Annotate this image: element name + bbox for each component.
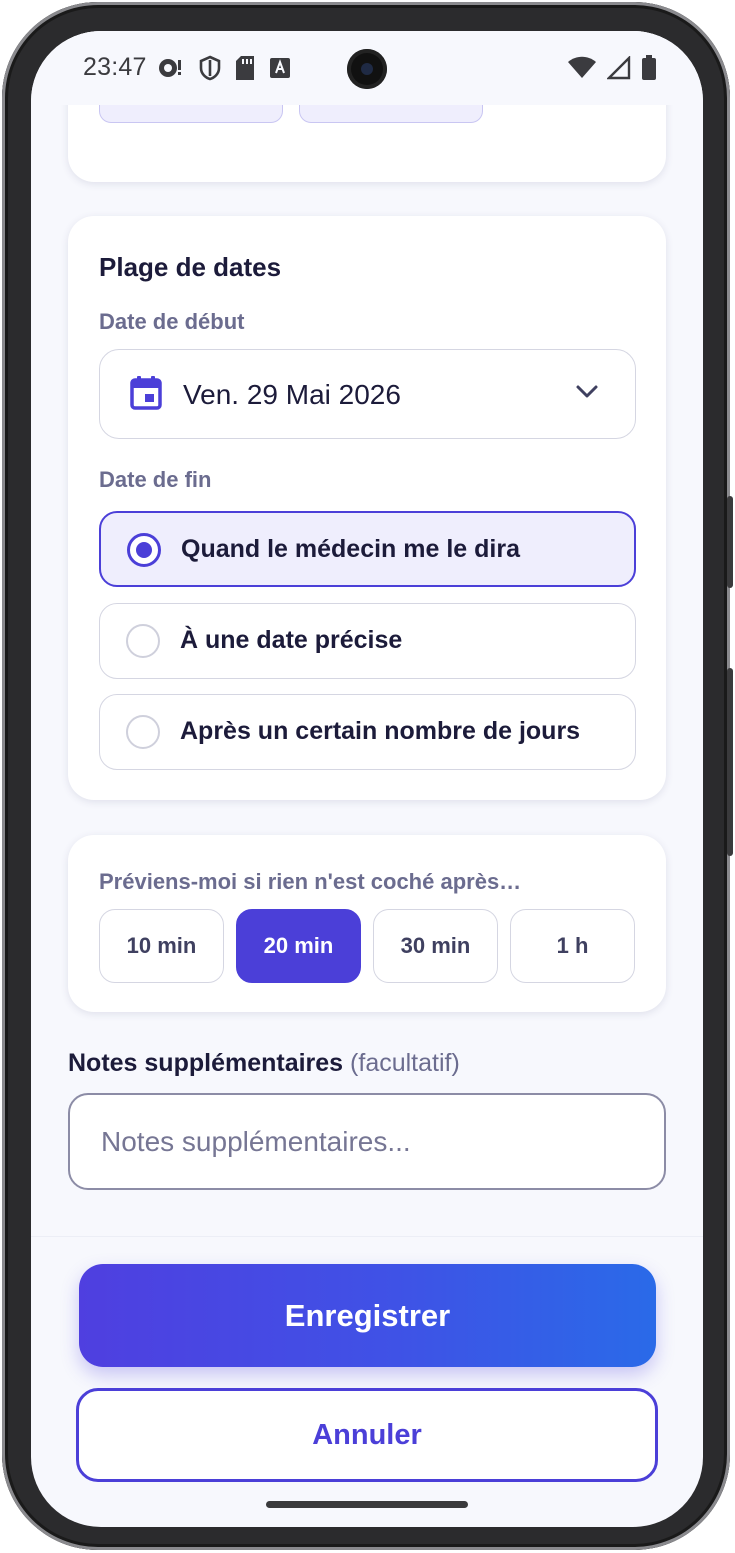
end-option-label: À une date précise [180,626,403,654]
save-button[interactable]: Enregistrer [79,1264,656,1367]
reminder-label: Préviens-moi si rien n'est coché après… [99,869,522,894]
end-option-specific-date[interactable]: À une date précise [99,603,636,679]
status-bar: 23:47 [31,31,703,105]
end-date-label: Date de fin [99,467,212,492]
reminder-option-20min[interactable]: 20 min [236,909,361,983]
date-range-title: Plage de dates [99,252,282,282]
chevron-down-icon [575,384,599,405]
status-time: 23:47 [83,53,147,81]
shield-icon [199,55,221,86]
reminder-card: Préviens-moi si rien n'est coché après… … [68,835,666,1012]
radio-unselected-icon [126,715,160,749]
phone-frame: 23:47 Plage de dates Date de début Ven. … [2,2,733,1550]
battery-icon [641,55,657,86]
notes-optional-text: (facultatif) [350,1049,460,1077]
screen: 23:47 Plage de dates Date de début Ven. … [31,31,703,1527]
calendar-icon [130,376,162,415]
date-range-card: Plage de dates Date de début Ven. 29 Mai… [68,216,666,800]
font-a-icon [269,57,291,84]
radio-unselected-icon [126,624,160,658]
notes-input[interactable] [68,1093,666,1190]
sd-card-icon [235,55,255,86]
end-option-number-of-days[interactable]: Après un certain nombre de jours [99,694,636,770]
signal-icon [606,55,631,85]
start-date-select[interactable]: Ven. 29 Mai 2026 [99,349,636,439]
start-date-value: Ven. 29 Mai 2026 [183,379,401,410]
end-option-label: Après un certain nombre de jours [180,717,581,745]
front-camera [347,49,387,89]
chat-bubble-icon [157,56,185,85]
start-date-label: Date de début [99,309,245,334]
footer-divider [31,1236,703,1237]
notes-label-text: Notes supplémentaires [68,1049,344,1077]
reminder-option-10min[interactable]: 10 min [99,909,224,983]
cancel-button[interactable]: Annuler [76,1388,658,1482]
end-option-doctor[interactable]: Quand le médecin me le dira [99,511,636,587]
side-button [727,496,733,588]
wifi-icon [567,56,597,85]
home-indicator[interactable] [266,1501,468,1508]
reminder-option-30min[interactable]: 30 min [373,909,498,983]
end-option-label: Quand le médecin me le dira [181,535,521,563]
reminder-option-1h[interactable]: 1 h [510,909,635,983]
side-button [727,668,733,856]
radio-selected-icon [127,533,161,567]
notes-label: Notes supplémentaires (facultatif) [68,1049,460,1078]
